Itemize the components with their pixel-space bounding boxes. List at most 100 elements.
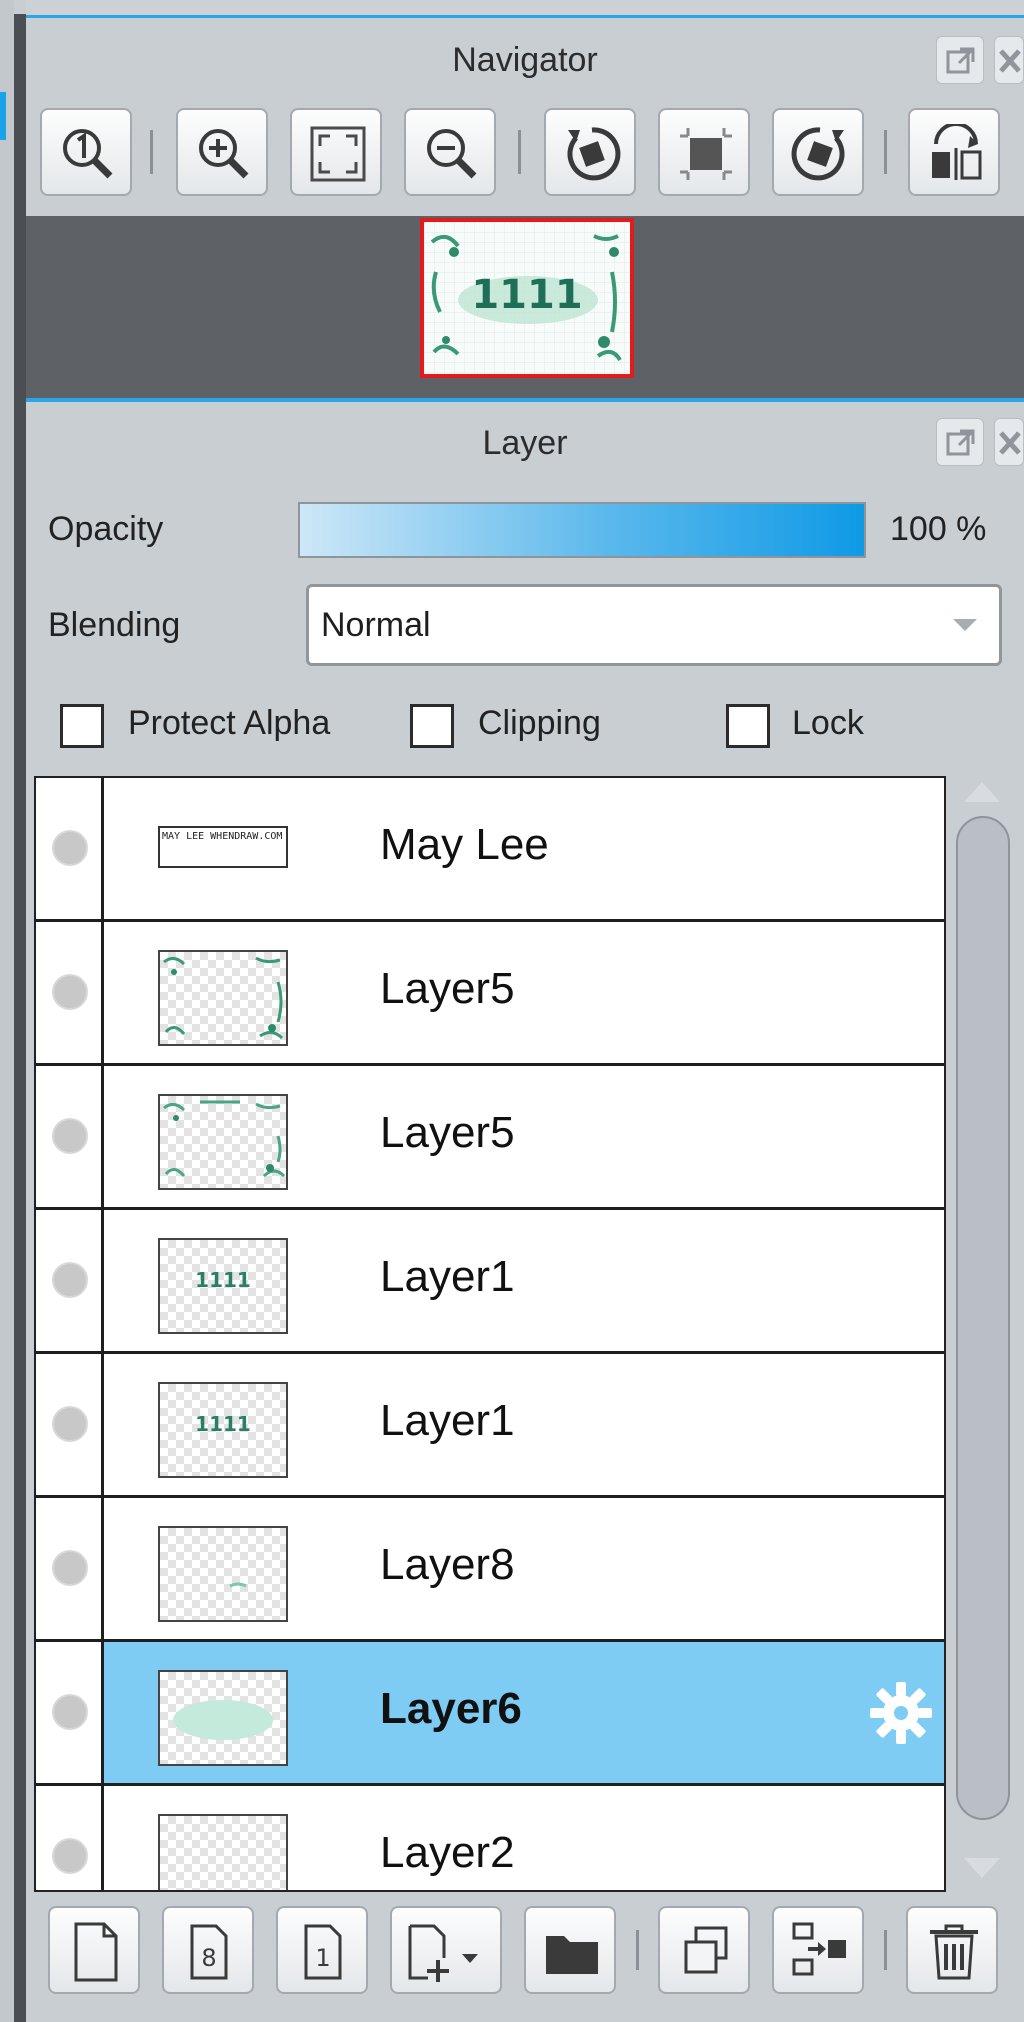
layer-name: Layer8 <box>380 1540 515 1589</box>
clipping-label: Clipping <box>478 704 601 742</box>
visibility-toggle[interactable] <box>36 1210 104 1351</box>
toolbar-separator <box>636 1930 639 1970</box>
layer-row[interactable]: 1111 Layer1 <box>36 1210 944 1354</box>
layer-row[interactable]: Layer5 <box>36 1066 944 1210</box>
navigator-title: Navigator <box>452 41 598 79</box>
new-folder-button[interactable] <box>524 1906 616 1994</box>
layer-row[interactable]: 1111 Layer1 <box>36 1354 944 1498</box>
layer-name: Layer1 <box>380 1252 515 1301</box>
zoom-out-icon <box>427 129 477 179</box>
blending-selected-value: Normal <box>321 606 431 644</box>
visibility-dot-icon <box>52 1262 88 1298</box>
visibility-toggle[interactable] <box>36 778 104 919</box>
opacity-value: 100 % <box>890 510 987 548</box>
toolbar-separator <box>884 1930 887 1970</box>
fit-to-screen-button[interactable] <box>290 108 382 196</box>
zoom-in-icon <box>199 129 249 179</box>
layer-row[interactable]: Layer5 <box>36 922 944 1066</box>
add-layer-menu-icon <box>408 1924 478 1982</box>
layer-close-button[interactable] <box>994 418 1024 466</box>
active-indicator <box>0 92 6 140</box>
new-1bit-layer-icon: 1 <box>304 1924 342 1980</box>
navigator-popout-button[interactable] <box>936 36 984 84</box>
close-icon <box>999 49 1021 73</box>
rotate-right-button[interactable] <box>772 108 864 196</box>
close-icon <box>999 431 1021 455</box>
layer-thumbnail: 1111 <box>158 1238 288 1334</box>
wash-art-icon <box>173 1700 273 1740</box>
thumbnail-text: MAY LEE WHENDRAW.COM <box>158 826 288 868</box>
visibility-toggle[interactable] <box>36 1498 104 1639</box>
delete-layer-button[interactable] <box>906 1906 998 1994</box>
lock-checkbox[interactable] <box>726 704 770 748</box>
merge-down-icon <box>792 1922 846 1976</box>
gear-icon[interactable] <box>868 1680 934 1746</box>
reset-rotation-icon <box>680 128 732 180</box>
layer-name: May Lee <box>380 820 549 869</box>
new-layer-button[interactable] <box>48 1906 140 1994</box>
protect-alpha-label: Protect Alpha <box>128 704 331 742</box>
visibility-toggle[interactable] <box>36 1066 104 1207</box>
frame-art-icon <box>163 1100 286 1178</box>
duplicate-layer-button[interactable] <box>658 1906 750 1994</box>
layer-thumbnail <box>158 1526 288 1622</box>
new-layer-icon <box>74 1922 118 1982</box>
navigator-close-button[interactable] <box>994 36 1024 84</box>
visibility-toggle[interactable] <box>36 1786 104 1890</box>
layer-thumbnail <box>158 1670 288 1766</box>
navigator-preview[interactable]: 1111 <box>420 218 634 378</box>
rotate-left-button[interactable] <box>544 108 636 196</box>
add-layer-menu-button[interactable] <box>390 1906 502 1994</box>
popout-icon <box>946 429 975 456</box>
zoom-out-button[interactable] <box>404 108 496 196</box>
visibility-dot-icon <box>52 1118 88 1154</box>
layer-row[interactable]: Layer2 <box>36 1786 944 1890</box>
layer-name: Layer5 <box>380 964 515 1013</box>
layer-row[interactable]: MAY LEE WHENDRAW.COM May Lee <box>36 778 944 922</box>
reset-rotation-button[interactable] <box>658 108 750 196</box>
rotate-left-icon <box>567 127 621 181</box>
flip-horizontal-button[interactable] <box>908 108 1000 196</box>
visibility-dot-icon <box>52 830 88 866</box>
opacity-label: Opacity <box>48 510 164 548</box>
layer-thumbnail <box>158 950 288 1046</box>
layer-row[interactable]: Layer8 <box>36 1498 944 1642</box>
zoom-actual-size-button[interactable] <box>40 108 132 196</box>
layer-scrollbar[interactable] <box>950 776 1016 1892</box>
layer-row-selected[interactable]: Layer6 <box>36 1642 944 1786</box>
fit-to-screen-icon <box>310 126 366 182</box>
new-1bit-layer-button[interactable]: 1 <box>276 1906 368 1994</box>
layer-popout-button[interactable] <box>936 418 984 466</box>
flip-horizontal-icon <box>932 124 982 180</box>
preview-number-text: 1111 <box>471 272 582 318</box>
visibility-dot-icon <box>52 1694 88 1730</box>
layer-name: Layer1 <box>380 1396 515 1445</box>
thumbnail-text: 1111 <box>195 1268 251 1292</box>
zoom-in-button[interactable] <box>176 108 268 196</box>
visibility-toggle[interactable] <box>36 922 104 1063</box>
lock-label: Lock <box>792 704 864 742</box>
opacity-slider[interactable] <box>298 502 866 558</box>
frame-art-icon <box>163 956 284 1040</box>
visibility-toggle[interactable] <box>36 1354 104 1495</box>
merge-down-button[interactable] <box>772 1906 864 1994</box>
scroll-up-arrow-icon[interactable] <box>964 782 1000 802</box>
blending-select[interactable]: Normal <box>306 584 1002 666</box>
new-8bit-layer-button[interactable]: 8 <box>162 1906 254 1994</box>
scroll-down-arrow-icon[interactable] <box>964 1858 1000 1878</box>
protect-alpha-checkbox[interactable] <box>60 704 104 748</box>
top-divider <box>26 0 1024 18</box>
layer-toolbar: 8 1 <box>26 1896 1024 2022</box>
clipping-checkbox[interactable] <box>410 704 454 748</box>
scrollbar-thumb[interactable] <box>956 816 1010 1820</box>
layer-thumbnail: MAY LEE WHENDRAW.COM <box>158 806 288 902</box>
visibility-toggle[interactable] <box>36 1642 104 1783</box>
visibility-dot-icon <box>52 974 88 1010</box>
new-folder-icon <box>546 1936 598 1974</box>
toolbar-separator <box>150 130 153 174</box>
layer-thumbnail <box>158 1814 288 1890</box>
panel-splitter[interactable] <box>14 14 26 2022</box>
layer-panel-title: Layer <box>482 424 568 462</box>
duplicate-layer-icon <box>684 1926 728 1974</box>
svg-text:1: 1 <box>315 1944 330 1972</box>
